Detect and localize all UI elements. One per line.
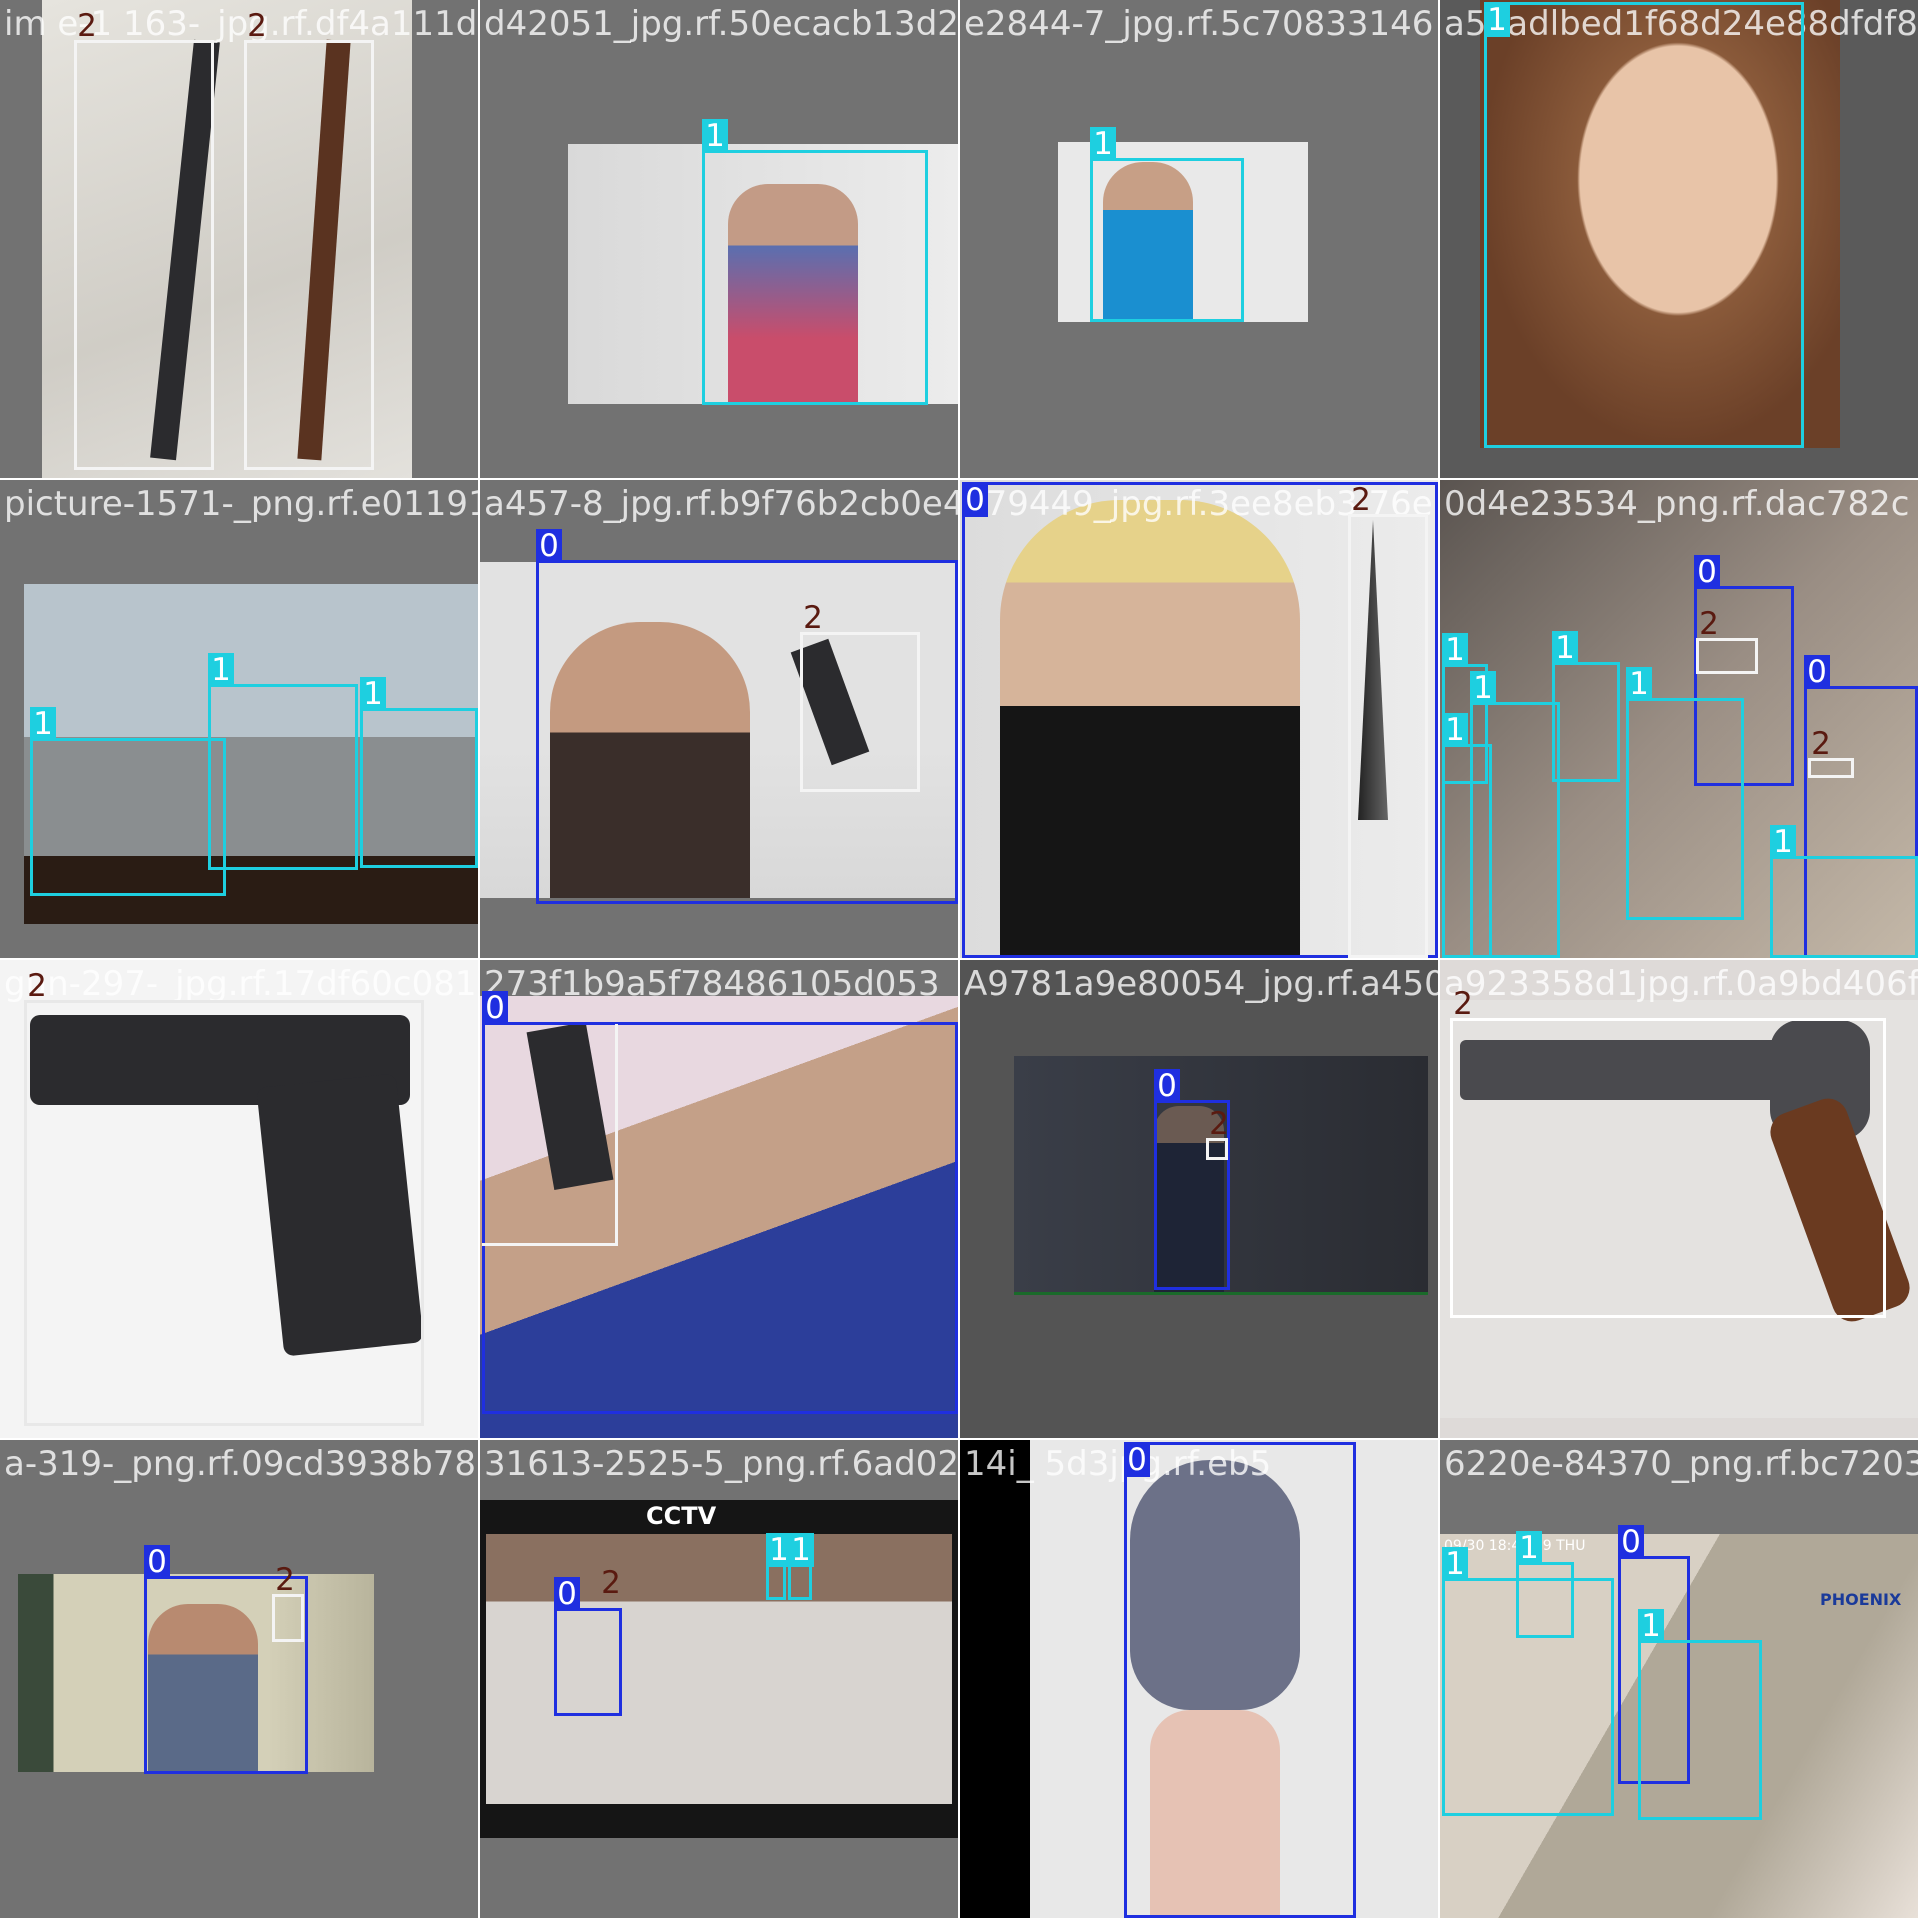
detection-box: 2 [601,1566,621,1604]
tile-dark-corridor: A9781a9e80054_jpg.rf.a450 0 2 [960,960,1438,1438]
class-label: 1 [1470,671,1496,705]
class-label: 2 [803,600,823,636]
class-label: 2 [27,968,47,1004]
tile-man-knife: 379449_jpg.rf.3ee8eb3 76e 0 2 [960,480,1438,958]
class-label: 2 [1699,606,1719,642]
detection-box: 2 [800,601,920,792]
class-label: 1 [788,1533,814,1567]
tile-sleeping-man-revolver: 273f1b9a5f78486105d053 0 [480,960,958,1438]
detection-box: 0 [554,1577,622,1716]
class-label: 0 [1154,1069,1180,1103]
detection-box: 1 [1638,1609,1762,1820]
class-label: 1 [208,653,234,687]
tile-filename: a457-8_jpg.rf.b9f76b2cb0e47 [484,484,958,524]
tile-man-with-book: d42051_jpg.rf.50ecacb13d29 1 [480,0,958,478]
class-label: 0 [1618,1525,1644,1559]
tile-filename: d42051_jpg.rf.50ecacb13d29 [484,4,958,44]
class-label: 1 [1770,825,1796,859]
tile-man-phone: a-319-_png.rf.09cd3938b78b 0 2 [0,1440,478,1918]
tile-filename: A9781a9e80054_jpg.rf.a450 [964,964,1438,1004]
class-label: 2 [1453,986,1473,1022]
detection-box: 2 [244,9,374,470]
tile-filename: 31613-2525-5_png.rf.6ad021 [484,1444,958,1484]
detection-box: 2 [1696,607,1758,674]
detection-box: 1 [766,1533,792,1600]
tile-man-pistol: a457-8_jpg.rf.b9f76b2cb0e47 0 2 [480,480,958,958]
class-label: 1 [30,707,56,741]
detection-box [482,1024,618,1246]
class-label: 1 [1442,713,1468,747]
class-label: 2 [1351,482,1371,518]
cctv-logo: CCTV [646,1502,717,1530]
class-label: 0 [554,1577,580,1611]
tile-filename: a923358d1jpg.rf.0a9bd406f92 [1444,964,1918,1004]
detection-box: 1 [1090,127,1244,322]
tile-filename: picture-1571-_png.rf.e011914457-8_jpg.rf… [4,484,478,524]
class-label: 1 [1638,1609,1664,1643]
detection-box: 1 [702,119,928,405]
class-label: 1 [1442,633,1468,667]
tile-revolver: a923358d1jpg.rf.0a9bd406f92 2 [1440,960,1918,1438]
detection-box: 1 [1484,2,1804,448]
detection-box: 1 [360,677,478,868]
tile-rifles: im e-1 163-_jpg.rf.df4a111d8225-16ecc850… [0,0,478,478]
class-label: 0 [144,1545,170,1579]
class-label [480,990,505,1024]
class-label: 0 [962,483,988,517]
class-label: 1 [1442,1547,1468,1581]
tile-man-blue-shirt: e2844-7_jpg.rf.5c70833146 1 [960,0,1438,478]
tile-shop-robbery: 0d4e23534_png.rf.dac782c 0 2 1 1 1 1 1 0… [1440,480,1918,958]
detection-box: 2 [1808,727,1854,778]
class-label: 1 [702,119,728,153]
detection-box: 1 [1516,1531,1574,1638]
detection-box: 2 [1348,483,1428,958]
tile-pharmacy: 6220e-84370_png.rf.bc7203 09/30 18:43:39… [1440,1440,1918,1918]
class-label: 2 [1209,1106,1229,1142]
detection-box: 2 [1206,1107,1229,1160]
class-label: 2 [601,1565,621,1601]
class-label: 2 [77,8,97,44]
detection-box: 1 [1626,667,1744,920]
detection-box: 1 [1770,825,1918,958]
detection-box: 2 [1450,987,1886,1318]
photo-cctv-store [480,1500,958,1838]
detection-box: 0 [1124,1442,1356,1918]
tile-cctv-store: 31613-2525-5_png.rf.6ad021 CCTV 0 2 1 1 [480,1440,958,1918]
class-label: 1 [1626,667,1652,701]
tile-pistol: gun-297-_jpg.rf.17df60c08191273f1b9a5f78… [0,960,478,1438]
tile-woman-phone: a5aadlbed1f68d24e88dfdf8b 1 [1440,0,1918,478]
detection-box: 1 [1442,713,1492,958]
tile-office-workers: picture-1571-_png.rf.e011914457-8_jpg.rf… [0,480,478,958]
class-label: 0 [536,529,562,563]
detection-box: 1 [1552,631,1620,782]
class-label: 1 [1516,1531,1542,1565]
class-label: 1 [1552,631,1578,665]
detection-mosaic: im e-1 163-_jpg.rf.df4a111d8225-16ecc850… [0,0,1920,1920]
class-label: 0 [1694,555,1720,589]
class-label: 2 [275,1562,295,1598]
class-label: 1 [1090,127,1116,161]
class-label: 0 [1804,655,1830,689]
class-label: 2 [1811,726,1831,762]
detection-box: 2 [24,969,424,1426]
detection-box: 1 [30,707,226,896]
class-label: 1 [1484,3,1510,37]
tile-balaclava: 14i_ 5d3jpg.rf.eb5 0 [960,1440,1438,1918]
class-label: 1 [360,677,386,711]
detection-box: 2 [74,9,214,470]
class-label: 2 [247,8,267,44]
tile-filename: 6220e-84370_png.rf.bc7203 [1444,1444,1918,1484]
detection-box: 1 [208,653,358,870]
class-label: 0 [1124,1443,1150,1477]
store-sign: PHOENIX [1820,1590,1902,1609]
tile-filename: e2844-7_jpg.rf.5c70833146 [964,4,1434,44]
detection-box: 1 [788,1533,814,1600]
detection-box: 2 [272,1563,304,1642]
tile-filename: a-319-_png.rf.09cd3938b78b [4,1444,478,1484]
